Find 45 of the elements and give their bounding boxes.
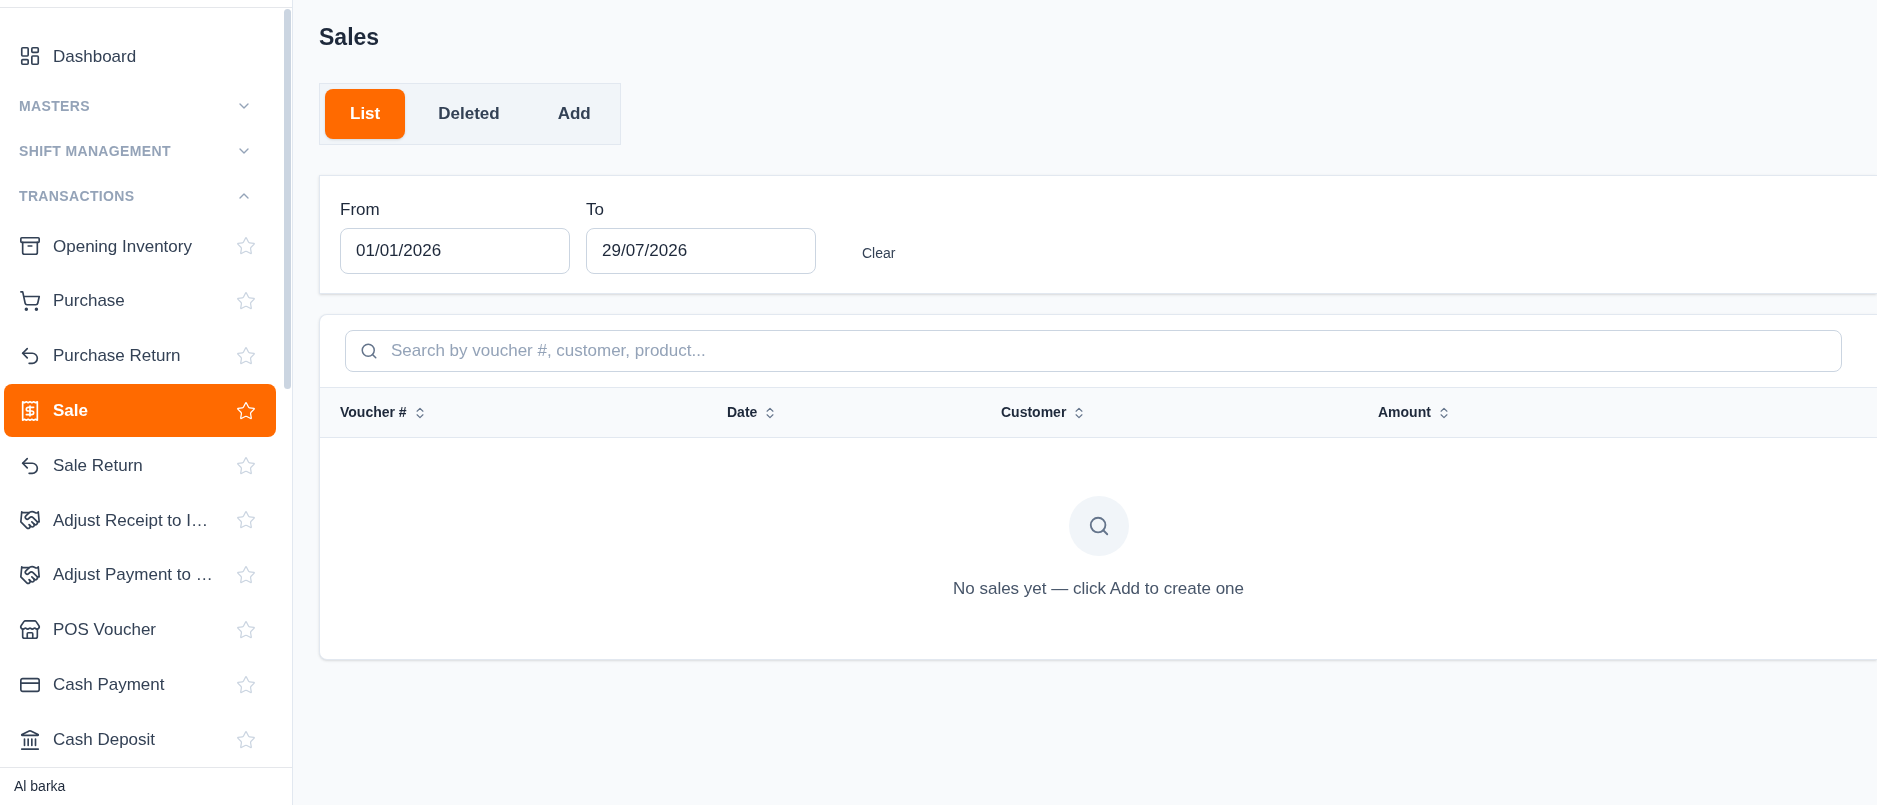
date-field[interactable]: 29/07/2026 [586, 228, 816, 274]
cart-icon [19, 290, 41, 313]
date-field[interactable]: 01/01/2026 [340, 228, 570, 274]
sidebar-item[interactable]: POS Voucher [4, 603, 276, 657]
sidebar-item[interactable]: Adjust Payment to … [4, 548, 276, 602]
star-icon[interactable] [236, 674, 256, 695]
star-icon[interactable] [236, 400, 256, 421]
sidebar-item[interactable]: Cash Payment [4, 658, 276, 712]
column-header[interactable]: Amount [1378, 402, 1678, 423]
sidebar-item[interactable]: Sale Return [4, 439, 276, 493]
company-name: Al barka [14, 777, 66, 796]
star-icon[interactable] [236, 236, 256, 257]
star-icon[interactable] [236, 510, 256, 531]
tab[interactable]: Deleted [413, 89, 525, 139]
tab[interactable]: Add [532, 89, 616, 139]
sidebar-item[interactable]: Opening Inventory [4, 220, 276, 273]
field-label: From [340, 198, 381, 221]
store-icon [19, 619, 41, 641]
star-icon[interactable] [236, 729, 256, 750]
star-icon[interactable] [236, 291, 256, 312]
sidebar-item[interactable]: Purchase Return [4, 329, 276, 383]
column-header[interactable]: Customer [1001, 402, 1378, 423]
field-label: To [586, 198, 605, 221]
sidebar-item[interactable]: Dashboard [0, 29, 282, 84]
column-header[interactable]: Date [727, 402, 1001, 423]
sidebar-item[interactable]: Adjust Receipt to I… [4, 494, 276, 547]
handshake-icon [19, 509, 41, 532]
search-icon [360, 342, 378, 360]
star-icon[interactable] [236, 620, 256, 640]
scrollbar[interactable] [284, 9, 291, 389]
handshake-icon [19, 564, 41, 587]
star-icon[interactable] [236, 455, 256, 476]
archive-box-icon [19, 235, 41, 258]
sidebar-item[interactable]: Purchase [4, 274, 276, 328]
empty-message: No sales yet — click Add to create one [952, 578, 1244, 600]
column-header[interactable]: Voucher # [340, 402, 727, 423]
search-field[interactable]: Search by voucher #, customer, product... [345, 330, 1842, 372]
star-icon[interactable] [236, 346, 256, 367]
sidebar-item[interactable]: Cash Deposit [4, 713, 276, 766]
dashboard-icon [19, 45, 41, 68]
receipt-icon [19, 399, 41, 422]
bank-icon [19, 728, 41, 751]
star-icon[interactable] [236, 565, 256, 586]
clear-button[interactable]: Clear [844, 239, 914, 268]
page-title: Sales [319, 23, 381, 52]
